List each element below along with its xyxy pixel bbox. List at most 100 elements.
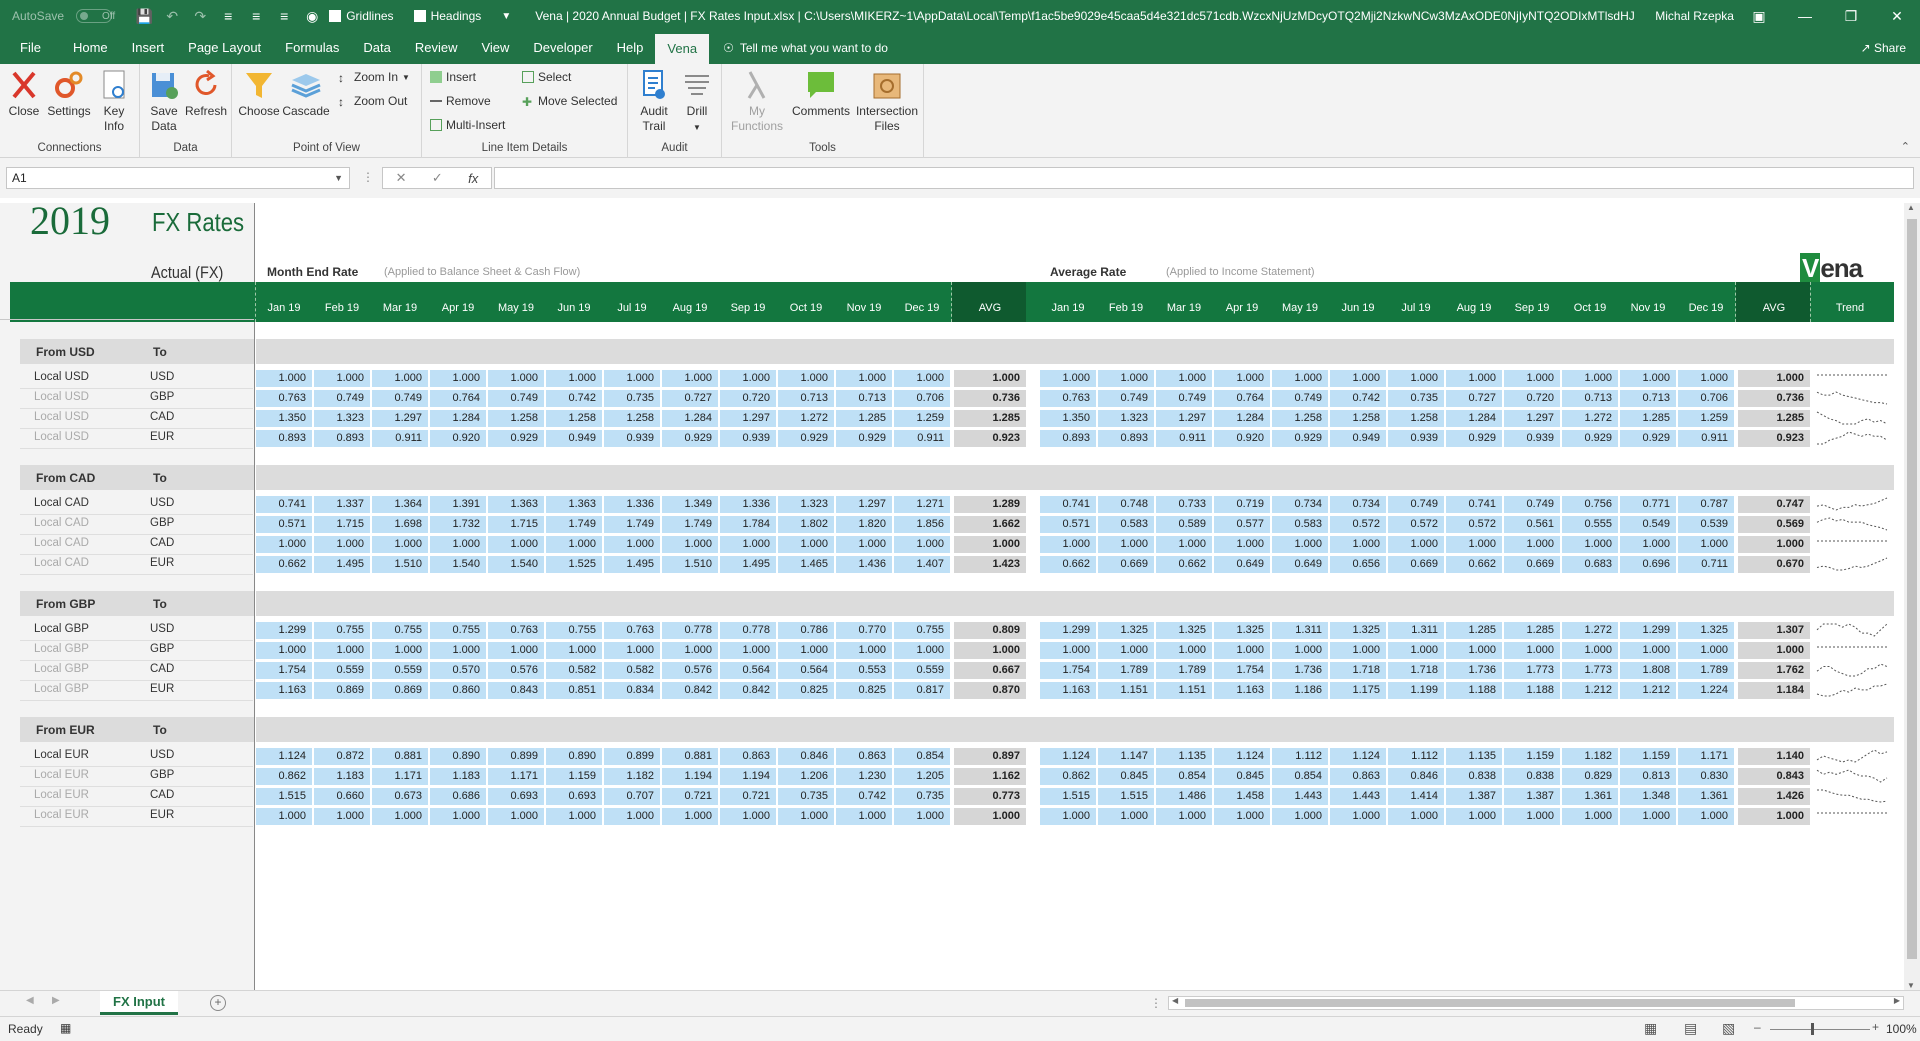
- month-end-rate-cell[interactable]: 0.860: [430, 682, 486, 699]
- macro-record-icon[interactable]: ▦: [60, 1021, 71, 1035]
- month-end-rate-cell[interactable]: 0.741: [256, 496, 312, 513]
- zoom-out-button[interactable]: ↕ Zoom Out: [338, 94, 407, 109]
- average-rate-cell[interactable]: 1.773: [1504, 662, 1560, 679]
- average-rate-cell[interactable]: 1.311: [1388, 622, 1444, 639]
- settings-button[interactable]: Settings: [44, 68, 94, 119]
- average-rate-cell[interactable]: 1.736: [1446, 662, 1502, 679]
- month-end-rate-cell[interactable]: 1.495: [720, 556, 776, 573]
- tab-split-grip-icon[interactable]: ⋮: [1150, 996, 1162, 1010]
- month-end-rate-cell[interactable]: 1.000: [314, 808, 370, 825]
- average-rate-cell[interactable]: 1.124: [1330, 748, 1386, 765]
- close-button[interactable]: Close: [6, 68, 42, 119]
- month-end-rate-cell[interactable]: 1.391: [430, 496, 486, 513]
- month-end-rate-cell[interactable]: 0.851: [546, 682, 602, 699]
- average-rate-cell[interactable]: 1.000: [1388, 642, 1444, 659]
- average-rate-cell[interactable]: 1.124: [1040, 748, 1096, 765]
- average-rate-cell[interactable]: 0.713: [1562, 390, 1618, 407]
- share-button[interactable]: ↗ Share: [1861, 32, 1920, 64]
- average-rate-cell[interactable]: 1.000: [1040, 536, 1096, 553]
- average-rate-cell[interactable]: 1.284: [1214, 410, 1270, 427]
- tab-view[interactable]: View: [469, 32, 521, 64]
- average-rate-cell[interactable]: 0.920: [1214, 430, 1270, 447]
- average-rate-cell[interactable]: 0.787: [1678, 496, 1734, 513]
- average-rate-cell[interactable]: 1.000: [1446, 642, 1502, 659]
- average-rate-cell[interactable]: 1.718: [1388, 662, 1444, 679]
- average-rate-cell[interactable]: 1.000: [1562, 370, 1618, 387]
- average-rate-cell[interactable]: 0.764: [1214, 390, 1270, 407]
- average-rate-cell[interactable]: 1.325: [1678, 622, 1734, 639]
- align-right-icon[interactable]: ≡: [273, 5, 295, 27]
- average-rate-cell[interactable]: 0.939: [1388, 430, 1444, 447]
- month-end-rate-cell[interactable]: 0.706: [894, 390, 950, 407]
- average-rate-cell[interactable]: 0.838: [1504, 768, 1560, 785]
- average-rate-cell[interactable]: 1.361: [1678, 788, 1734, 805]
- month-end-rate-cell[interactable]: 1.000: [314, 370, 370, 387]
- average-rate-cell[interactable]: 1.000: [1040, 370, 1096, 387]
- month-end-rate-cell[interactable]: 1.000: [604, 536, 660, 553]
- average-rate-cell[interactable]: 1.112: [1272, 748, 1328, 765]
- average-rate-cell[interactable]: 1.000: [1272, 642, 1328, 659]
- headings-checkbox[interactable]: Headings: [413, 9, 481, 23]
- average-rate-cell[interactable]: 1.000: [1678, 642, 1734, 659]
- month-end-rate-cell[interactable]: 1.364: [372, 496, 428, 513]
- scroll-down-icon[interactable]: ▼: [1907, 981, 1915, 990]
- average-rate-cell[interactable]: 0.735: [1388, 390, 1444, 407]
- average-rate-cell[interactable]: 0.742: [1330, 390, 1386, 407]
- average-rate-cell[interactable]: 1.000: [1156, 370, 1212, 387]
- month-end-rate-cell[interactable]: 1.000: [488, 642, 544, 659]
- month-end-rate-cell[interactable]: 1.000: [546, 642, 602, 659]
- average-rate-cell[interactable]: 0.706: [1678, 390, 1734, 407]
- average-rate-cell[interactable]: 0.669: [1098, 556, 1154, 573]
- average-rate-cell[interactable]: 0.555: [1562, 516, 1618, 533]
- average-rate-cell[interactable]: 1.000: [1098, 642, 1154, 659]
- month-end-rate-cell[interactable]: 1.206: [778, 768, 834, 785]
- month-end-rate-cell[interactable]: 0.778: [720, 622, 776, 639]
- tab-formulas[interactable]: Formulas: [273, 32, 351, 64]
- average-rate-cell[interactable]: 0.929: [1620, 430, 1676, 447]
- month-end-rate-cell[interactable]: 1.000: [836, 370, 892, 387]
- month-end-rate-cell[interactable]: 0.825: [836, 682, 892, 699]
- average-rate-cell[interactable]: 0.662: [1040, 556, 1096, 573]
- average-rate-cell[interactable]: 1.000: [1388, 808, 1444, 825]
- month-end-rate-cell[interactable]: 0.869: [372, 682, 428, 699]
- average-rate-cell[interactable]: 0.696: [1620, 556, 1676, 573]
- average-rate-cell[interactable]: 1.284: [1446, 410, 1502, 427]
- average-rate-cell[interactable]: 1.000: [1098, 808, 1154, 825]
- month-end-rate-cell[interactable]: 0.893: [256, 430, 312, 447]
- month-end-rate-cell[interactable]: 0.735: [894, 788, 950, 805]
- average-rate-cell[interactable]: 1.000: [1620, 370, 1676, 387]
- remove-button[interactable]: Remove: [430, 94, 491, 108]
- month-end-rate-cell[interactable]: 1.698: [372, 516, 428, 533]
- month-end-rate-cell[interactable]: 1.732: [430, 516, 486, 533]
- month-end-rate-cell[interactable]: 0.843: [488, 682, 544, 699]
- average-rate-cell[interactable]: 0.863: [1330, 768, 1386, 785]
- average-rate-cell[interactable]: 1.297: [1156, 410, 1212, 427]
- month-end-rate-cell[interactable]: 0.899: [604, 748, 660, 765]
- month-end-rate-cell[interactable]: 1.000: [720, 370, 776, 387]
- average-rate-cell[interactable]: 1.348: [1620, 788, 1676, 805]
- average-rate-cell[interactable]: 1.000: [1678, 536, 1734, 553]
- month-end-rate-cell[interactable]: 1.000: [778, 642, 834, 659]
- average-rate-cell[interactable]: 1.789: [1098, 662, 1154, 679]
- average-rate-cell[interactable]: 1.151: [1156, 682, 1212, 699]
- month-end-rate-cell[interactable]: 0.817: [894, 682, 950, 699]
- close-window-icon[interactable]: ✕: [1874, 0, 1920, 32]
- month-end-rate-cell[interactable]: 0.929: [662, 430, 718, 447]
- month-end-rate-cell[interactable]: 0.911: [894, 430, 950, 447]
- month-end-rate-cell[interactable]: 1.000: [314, 536, 370, 553]
- month-end-rate-cell[interactable]: 0.869: [314, 682, 370, 699]
- average-rate-cell[interactable]: 1.414: [1388, 788, 1444, 805]
- average-rate-cell[interactable]: 0.813: [1620, 768, 1676, 785]
- month-end-rate-cell[interactable]: 1.194: [720, 768, 776, 785]
- average-rate-cell[interactable]: 0.763: [1040, 390, 1096, 407]
- average-rate-cell[interactable]: 1.000: [1272, 808, 1328, 825]
- average-rate-cell[interactable]: 1.285: [1620, 410, 1676, 427]
- month-end-rate-cell[interactable]: 0.553: [836, 662, 892, 679]
- month-end-rate-cell[interactable]: 1.271: [894, 496, 950, 513]
- page-break-view-icon[interactable]: ▧: [1722, 1020, 1735, 1037]
- month-end-rate-cell[interactable]: 1.000: [836, 808, 892, 825]
- month-end-rate-cell[interactable]: 0.721: [720, 788, 776, 805]
- average-rate-cell[interactable]: 0.862: [1040, 768, 1096, 785]
- average-rate-cell[interactable]: 0.829: [1562, 768, 1618, 785]
- month-end-rate-cell[interactable]: 1.297: [372, 410, 428, 427]
